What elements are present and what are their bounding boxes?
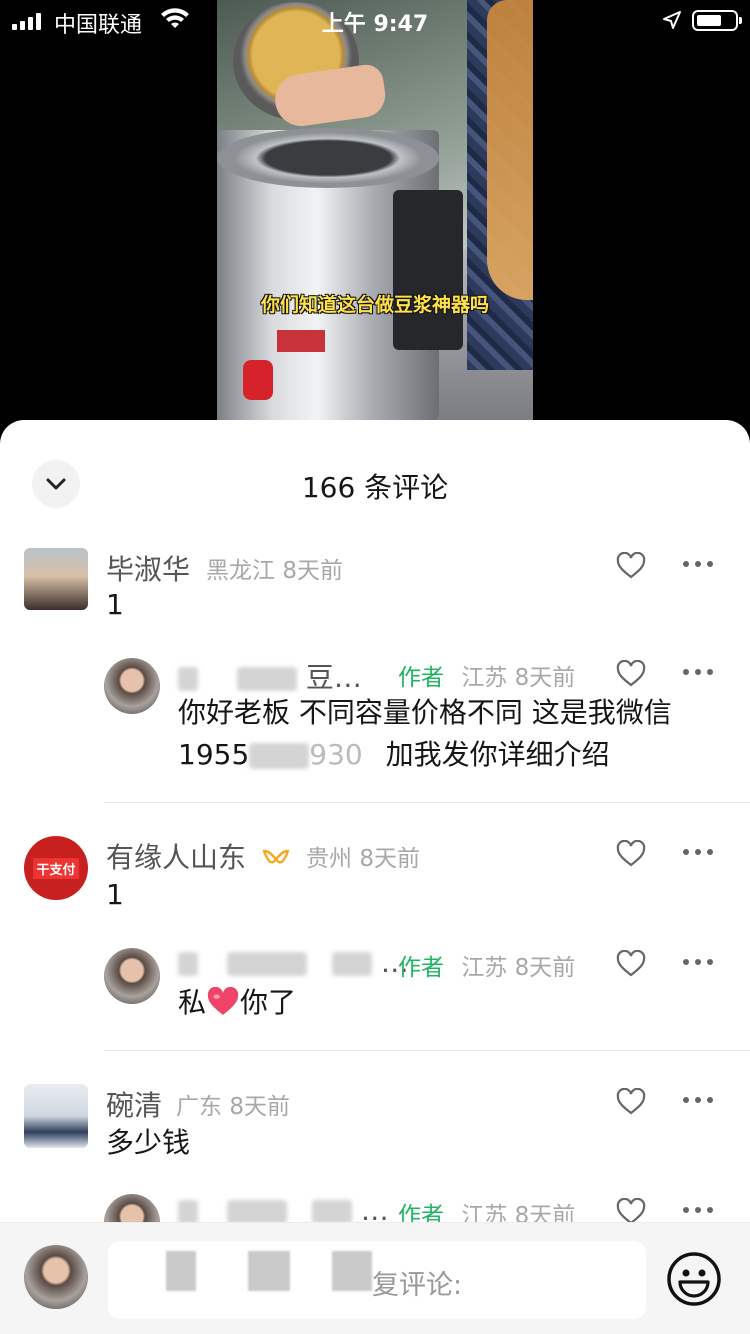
- comments-header: 166 条评论: [0, 420, 750, 550]
- comment-location: 广东: [176, 1094, 222, 1120]
- reply-text: 你好老板 不同容量价格不同 这是我微信 1955 930 加我发你详细介绍: [178, 696, 672, 771]
- comment-time: 8天前: [229, 1094, 290, 1120]
- battery-icon: [692, 10, 742, 31]
- comment-meta: 黑龙江 8天前: [206, 551, 343, 585]
- comment-input-bar: 复评论:: [0, 1222, 750, 1334]
- reply-author-name[interactable]: 豆…: [178, 656, 362, 696]
- more-options-icon[interactable]: [683, 1200, 713, 1220]
- comment-time: 8天前: [282, 558, 343, 584]
- heart-emoji-icon: [207, 986, 239, 1015]
- reply-time: 8天前: [514, 955, 576, 981]
- commenter-name[interactable]: 碗清: [106, 1084, 162, 1124]
- reply-meta: 作者 江苏 8天前: [398, 658, 575, 692]
- reply-author-name[interactable]: …: [178, 946, 409, 979]
- comment-text: 1: [106, 878, 124, 911]
- commenter-name[interactable]: 毕淑华: [106, 548, 190, 588]
- comment-meta: 贵州 8天前: [306, 839, 420, 873]
- author-tag: 作者: [398, 665, 444, 691]
- more-options-icon[interactable]: [683, 952, 713, 972]
- more-options-icon[interactable]: [683, 662, 713, 682]
- avatar[interactable]: 干支付: [24, 836, 88, 900]
- reply-text: 私你了: [178, 986, 297, 1019]
- like-heart-icon[interactable]: [616, 840, 646, 868]
- comment-time: 8天前: [359, 846, 420, 872]
- clock: 上午 9:47: [321, 12, 429, 37]
- avatar[interactable]: [104, 948, 160, 1004]
- comment-input[interactable]: 复评论:: [108, 1241, 646, 1319]
- status-bar: 中国联通 上午 9:47: [0, 0, 750, 40]
- video-subtitle: 你们知道这台做豆浆神器吗: [260, 294, 489, 316]
- video-frame[interactable]: [217, 0, 533, 420]
- location-arrow-icon: [663, 11, 681, 29]
- comment-input-placeholder: 复评论:: [372, 1270, 463, 1301]
- like-heart-icon[interactable]: [616, 660, 646, 688]
- more-options-icon[interactable]: [683, 842, 713, 862]
- avatar[interactable]: [24, 1084, 88, 1148]
- reply-meta: 作者 江苏 8天前: [398, 948, 575, 982]
- comment-text: 1: [106, 588, 124, 621]
- comment-location: 黑龙江: [206, 558, 275, 584]
- more-options-icon[interactable]: [683, 1090, 713, 1110]
- like-heart-icon[interactable]: [616, 552, 646, 580]
- divider: [104, 802, 750, 803]
- like-heart-icon[interactable]: [616, 950, 646, 978]
- avatar[interactable]: [24, 548, 88, 610]
- avatar-text: 干支付: [33, 857, 79, 879]
- commenter-name[interactable]: 有缘人山东: [106, 836, 291, 876]
- comment-location: 贵州: [306, 846, 352, 872]
- author-tag: 作者: [398, 955, 444, 981]
- comments-count-title: 166 条评论: [301, 471, 449, 504]
- avatar[interactable]: [104, 658, 160, 714]
- badge-icon: [262, 849, 290, 864]
- more-options-icon[interactable]: [683, 554, 713, 574]
- comment-text: 多少钱: [106, 1126, 191, 1159]
- divider: [104, 1050, 750, 1051]
- my-avatar[interactable]: [24, 1245, 88, 1309]
- like-heart-icon[interactable]: [616, 1088, 646, 1116]
- reply-location: 江苏: [461, 665, 508, 691]
- reply-time: 8天前: [514, 665, 576, 691]
- reply-location: 江苏: [461, 955, 508, 981]
- comment-meta: 广东 8天前: [176, 1087, 290, 1121]
- emoji-smiley-icon[interactable]: [666, 1251, 722, 1307]
- comments-sheet: 166 条评论 毕淑华 黑龙江 8天前 1 豆… 作者 江苏 8天前 你好老板 …: [0, 420, 750, 1334]
